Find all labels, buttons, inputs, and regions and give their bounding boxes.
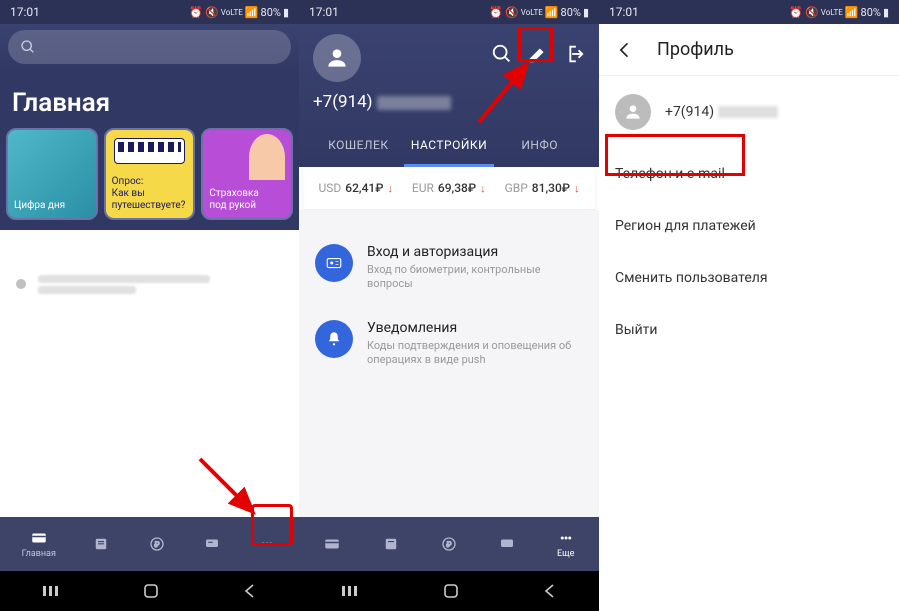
recents-button[interactable] — [340, 584, 360, 598]
menu-phone-email[interactable]: Телефон и e-mail — [599, 148, 899, 200]
battery-icon: ▮ — [283, 6, 289, 19]
more-icon — [556, 529, 576, 547]
cards-row: Цифра дня Опрос: Как вы путешествуете? С… — [0, 128, 299, 230]
nav-home[interactable]: Главная — [22, 529, 56, 559]
screen-settings: 17:01 ⏰🔇VoLTE📶 80%▮ +7(914) КОШЕЛЕК НАСТ… — [299, 0, 599, 611]
chat-icon — [202, 535, 222, 553]
status-bar: 17:01 ⏰🔇VoLTE📶 80%▮ — [299, 0, 599, 24]
person-icon — [623, 102, 643, 122]
system-nav — [299, 571, 599, 611]
tab-wallet[interactable]: КОШЕЛЕК — [313, 128, 404, 167]
svg-text:₽: ₽ — [446, 540, 451, 549]
card-label: Страховка под рукой — [209, 188, 285, 212]
card-icon — [322, 535, 342, 553]
status-time: 17:01 — [309, 5, 339, 19]
nav-item-4[interactable] — [202, 535, 222, 553]
person-icon — [324, 45, 350, 71]
down-arrow-icon: ↓ — [480, 182, 486, 195]
rate-usd[interactable]: USD62,41₽↓ — [318, 181, 392, 195]
search-input[interactable] — [8, 30, 291, 64]
screen-home: 17:01 ⏰ 🔇 VoLTE 📶 80% ▮ Главная Цифра дн… — [0, 0, 299, 611]
menu-logout[interactable]: Выйти — [599, 304, 899, 356]
more-icon — [257, 535, 277, 553]
tab-info[interactable]: ИНФО — [494, 128, 585, 167]
profile-user-row[interactable]: +7(914) — [599, 76, 899, 148]
receipt-icon — [91, 535, 111, 553]
alarm-icon: ⏰ — [189, 6, 203, 19]
back-button[interactable] — [542, 583, 558, 599]
nav-item-1[interactable] — [322, 535, 342, 553]
status-bar: 17:01 ⏰🔇VoLTE📶80%▮ — [599, 0, 899, 24]
logout-icon[interactable] — [563, 43, 585, 65]
card-insurance[interactable]: Страховка под рукой — [201, 128, 293, 220]
recents-button[interactable] — [41, 584, 61, 598]
chat-icon — [497, 535, 517, 553]
status-bar: 17:01 ⏰ 🔇 VoLTE 📶 80% ▮ — [0, 0, 299, 24]
ruble-icon: ₽ — [439, 535, 459, 553]
profile-menu: Телефон и e-mail Регион для платежей Сме… — [599, 148, 899, 356]
card-icon — [29, 529, 49, 547]
page-title: Главная — [0, 74, 299, 128]
receipt-icon — [381, 535, 401, 553]
avatar[interactable] — [313, 34, 361, 82]
settings-item-auth[interactable]: Вход и авторизация Вход по биометрии, ко… — [299, 230, 599, 306]
nav-more[interactable]: Еще — [556, 529, 576, 559]
nav-item-2[interactable] — [381, 535, 401, 553]
screen-profile: 17:01 ⏰🔇VoLTE📶80%▮ Профиль +7(914) Телеф… — [599, 0, 899, 611]
down-arrow-icon: ↓ — [387, 182, 393, 195]
card-label: Цифра дня — [14, 200, 90, 212]
system-nav — [0, 571, 299, 611]
id-card-icon — [315, 244, 353, 282]
status-right: ⏰ 🔇 VoLTE 📶 80% ▮ — [189, 6, 289, 19]
status-right: ⏰🔇VoLTE📶 80%▮ — [489, 6, 589, 19]
bus-icon — [114, 138, 186, 164]
card-label: Опрос: Как вы путешествуете? — [112, 176, 188, 212]
nav-item-3[interactable]: ₽ — [439, 535, 459, 553]
tabs: КОШЕЛЕК НАСТРОЙКИ ИНФО — [313, 128, 585, 167]
home-button[interactable] — [442, 582, 460, 600]
blurred-content-row — [0, 254, 299, 314]
settings-list: Вход и авторизация Вход по биометрии, ко… — [299, 210, 599, 517]
svg-text:₽: ₽ — [154, 540, 159, 549]
profile-header: +7(914) КОШЕЛЕК НАСТРОЙКИ ИНФО — [299, 24, 599, 167]
down-arrow-icon: ↓ — [574, 182, 580, 195]
signal-icon: 📶 — [245, 6, 259, 19]
ruble-icon: ₽ — [147, 535, 167, 553]
phone-number: +7(914) — [665, 104, 778, 120]
home-button[interactable] — [142, 582, 160, 600]
settings-item-notifications[interactable]: Уведомления Коды подтверждения и оповеще… — [299, 306, 599, 382]
avatar — [615, 94, 651, 130]
back-arrow-icon[interactable] — [615, 40, 635, 60]
menu-switch-user[interactable]: Сменить пользователя — [599, 252, 899, 304]
tab-settings[interactable]: НАСТРОЙКИ — [404, 128, 495, 167]
nav-item-2[interactable] — [91, 535, 111, 553]
menu-region[interactable]: Регион для платежей — [599, 200, 899, 252]
status-time: 17:01 — [10, 5, 40, 19]
currency-rates: USD62,41₽↓ EUR69,38₽↓ GBP81,30₽↓ — [303, 167, 595, 210]
back-button[interactable] — [242, 583, 258, 599]
rate-eur[interactable]: EUR69,38₽↓ — [412, 181, 486, 195]
profile-header: Профиль — [599, 24, 899, 76]
nav-item-4[interactable] — [497, 535, 517, 553]
rate-gbp[interactable]: GBP81,30₽↓ — [505, 181, 580, 195]
mute-icon: 🔇 — [205, 6, 219, 19]
person-icon — [249, 134, 285, 180]
nav-item-3[interactable]: ₽ — [147, 535, 167, 553]
bell-icon — [315, 320, 353, 358]
bottom-nav: Главная ₽ — [0, 517, 299, 571]
search-icon — [20, 39, 36, 55]
card-digit-of-day[interactable]: Цифра дня — [6, 128, 98, 220]
nav-more[interactable] — [257, 535, 277, 553]
bottom-nav: ₽ Еще — [299, 517, 599, 571]
header-area — [0, 24, 299, 74]
status-time: 17:01 — [609, 5, 639, 19]
page-title: Профиль — [657, 39, 734, 60]
card-survey[interactable]: Опрос: Как вы путешествуете? — [104, 128, 196, 220]
